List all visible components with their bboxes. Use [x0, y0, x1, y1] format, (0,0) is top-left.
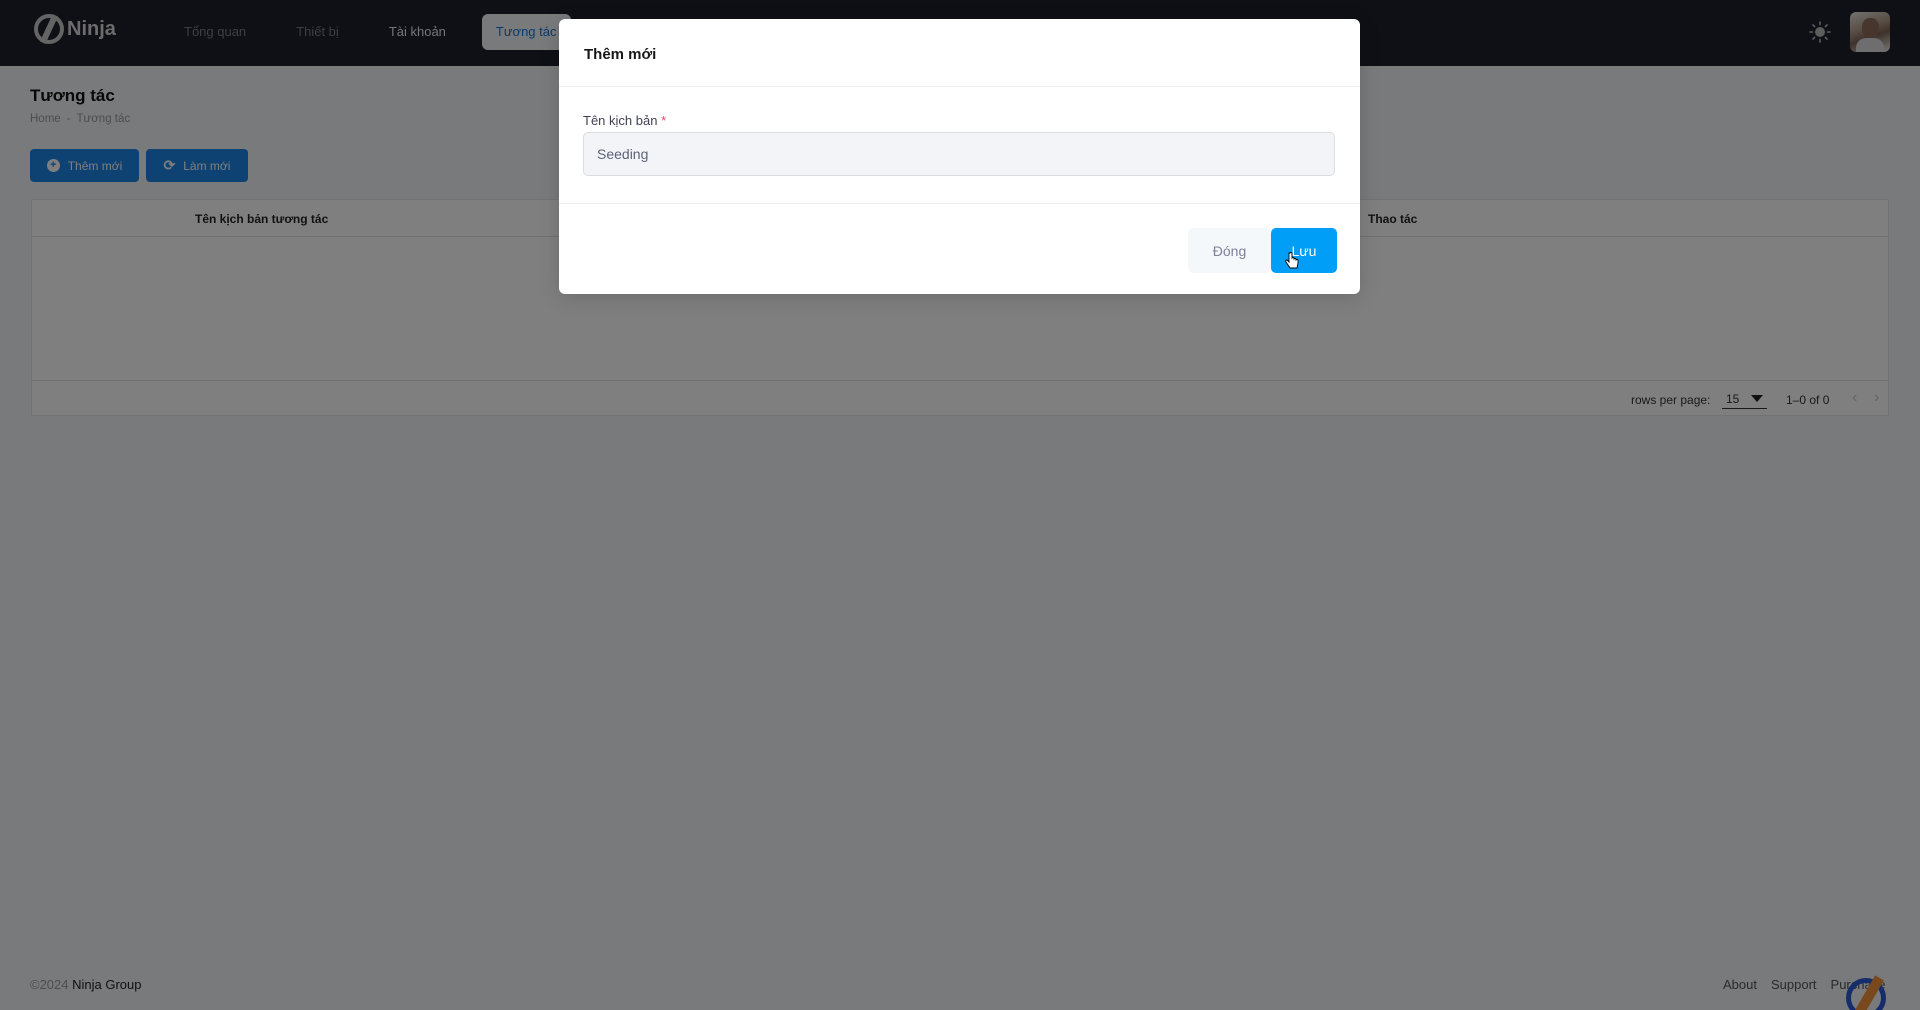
script-name-input[interactable] — [583, 132, 1335, 176]
script-name-label-text: Tên kịch bản — [583, 113, 658, 128]
modal-header: Thêm mới — [559, 19, 1360, 87]
hand-pointer-cursor-icon — [1285, 252, 1299, 269]
script-name-label: Tên kịch bản * — [583, 113, 666, 128]
required-mark: * — [661, 113, 667, 128]
close-button[interactable]: Đóng — [1188, 228, 1271, 273]
modal-body: Tên kịch bản * — [559, 87, 1360, 204]
modal-title: Thêm mới — [584, 46, 657, 63]
save-button[interactable]: Lưu — [1271, 228, 1337, 273]
add-new-modal: Thêm mới Tên kịch bản * Đóng Lưu — [559, 19, 1360, 294]
